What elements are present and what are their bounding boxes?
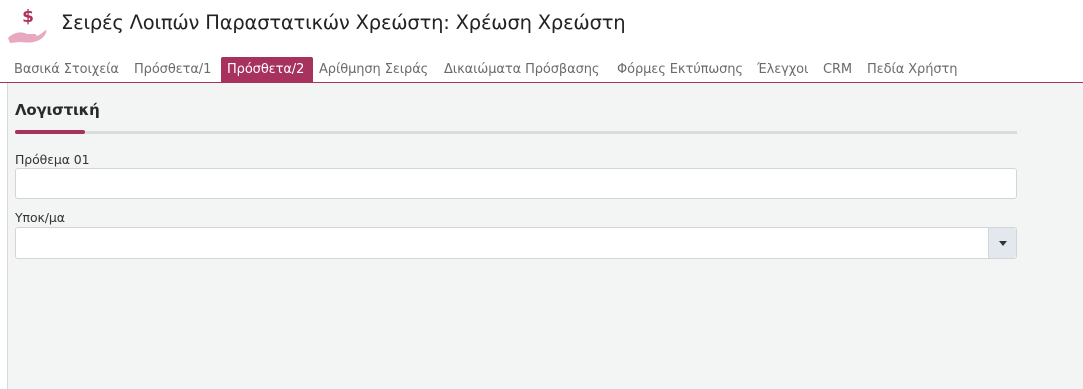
caret-down-icon	[999, 241, 1007, 246]
branch-label: Υποκ/μα	[15, 210, 65, 225]
tab-print-forms[interactable]: Φόρμες Εκτύπωσης	[611, 57, 749, 82]
tab-crm[interactable]: CRM	[817, 57, 858, 82]
section-accent-bar	[15, 130, 85, 134]
hand-dollar-icon: $	[8, 7, 47, 43]
tab-bar: Βασικά Στοιχεία Πρόσθετα/1 Πρόσθετα/2 Αρ…	[0, 56, 1083, 83]
tab-additional-1[interactable]: Πρόσθετα/1	[128, 57, 217, 82]
section-title: Λογιστική	[15, 101, 100, 119]
section-divider	[15, 131, 1017, 134]
tab-checks[interactable]: Έλεγχοι	[751, 57, 814, 82]
branch-select[interactable]	[15, 227, 1017, 259]
prefix-input[interactable]	[15, 168, 1017, 199]
svg-text:$: $	[22, 7, 34, 27]
page-title: Σειρές Λοιπών Παραστατικών Χρεώστη: Χρέω…	[61, 11, 626, 34]
tab-user-fields[interactable]: Πεδία Χρήστη	[861, 57, 963, 82]
prefix-label: Πρόθεμα 01	[15, 152, 90, 167]
tab-basic-info[interactable]: Βασικά Στοιχεία	[8, 57, 125, 82]
dropdown-toggle[interactable]	[988, 228, 1016, 258]
tab-additional-2[interactable]: Πρόσθετα/2	[221, 57, 313, 82]
page-header: $ Σειρές Λοιπών Παραστατικών Χρεώστη: Χρ…	[0, 0, 1083, 52]
tab-access-rights[interactable]: Δικαιώματα Πρόσβασης	[438, 57, 605, 82]
tab-series-numbering[interactable]: Αρίθμηση Σειράς	[313, 57, 434, 82]
